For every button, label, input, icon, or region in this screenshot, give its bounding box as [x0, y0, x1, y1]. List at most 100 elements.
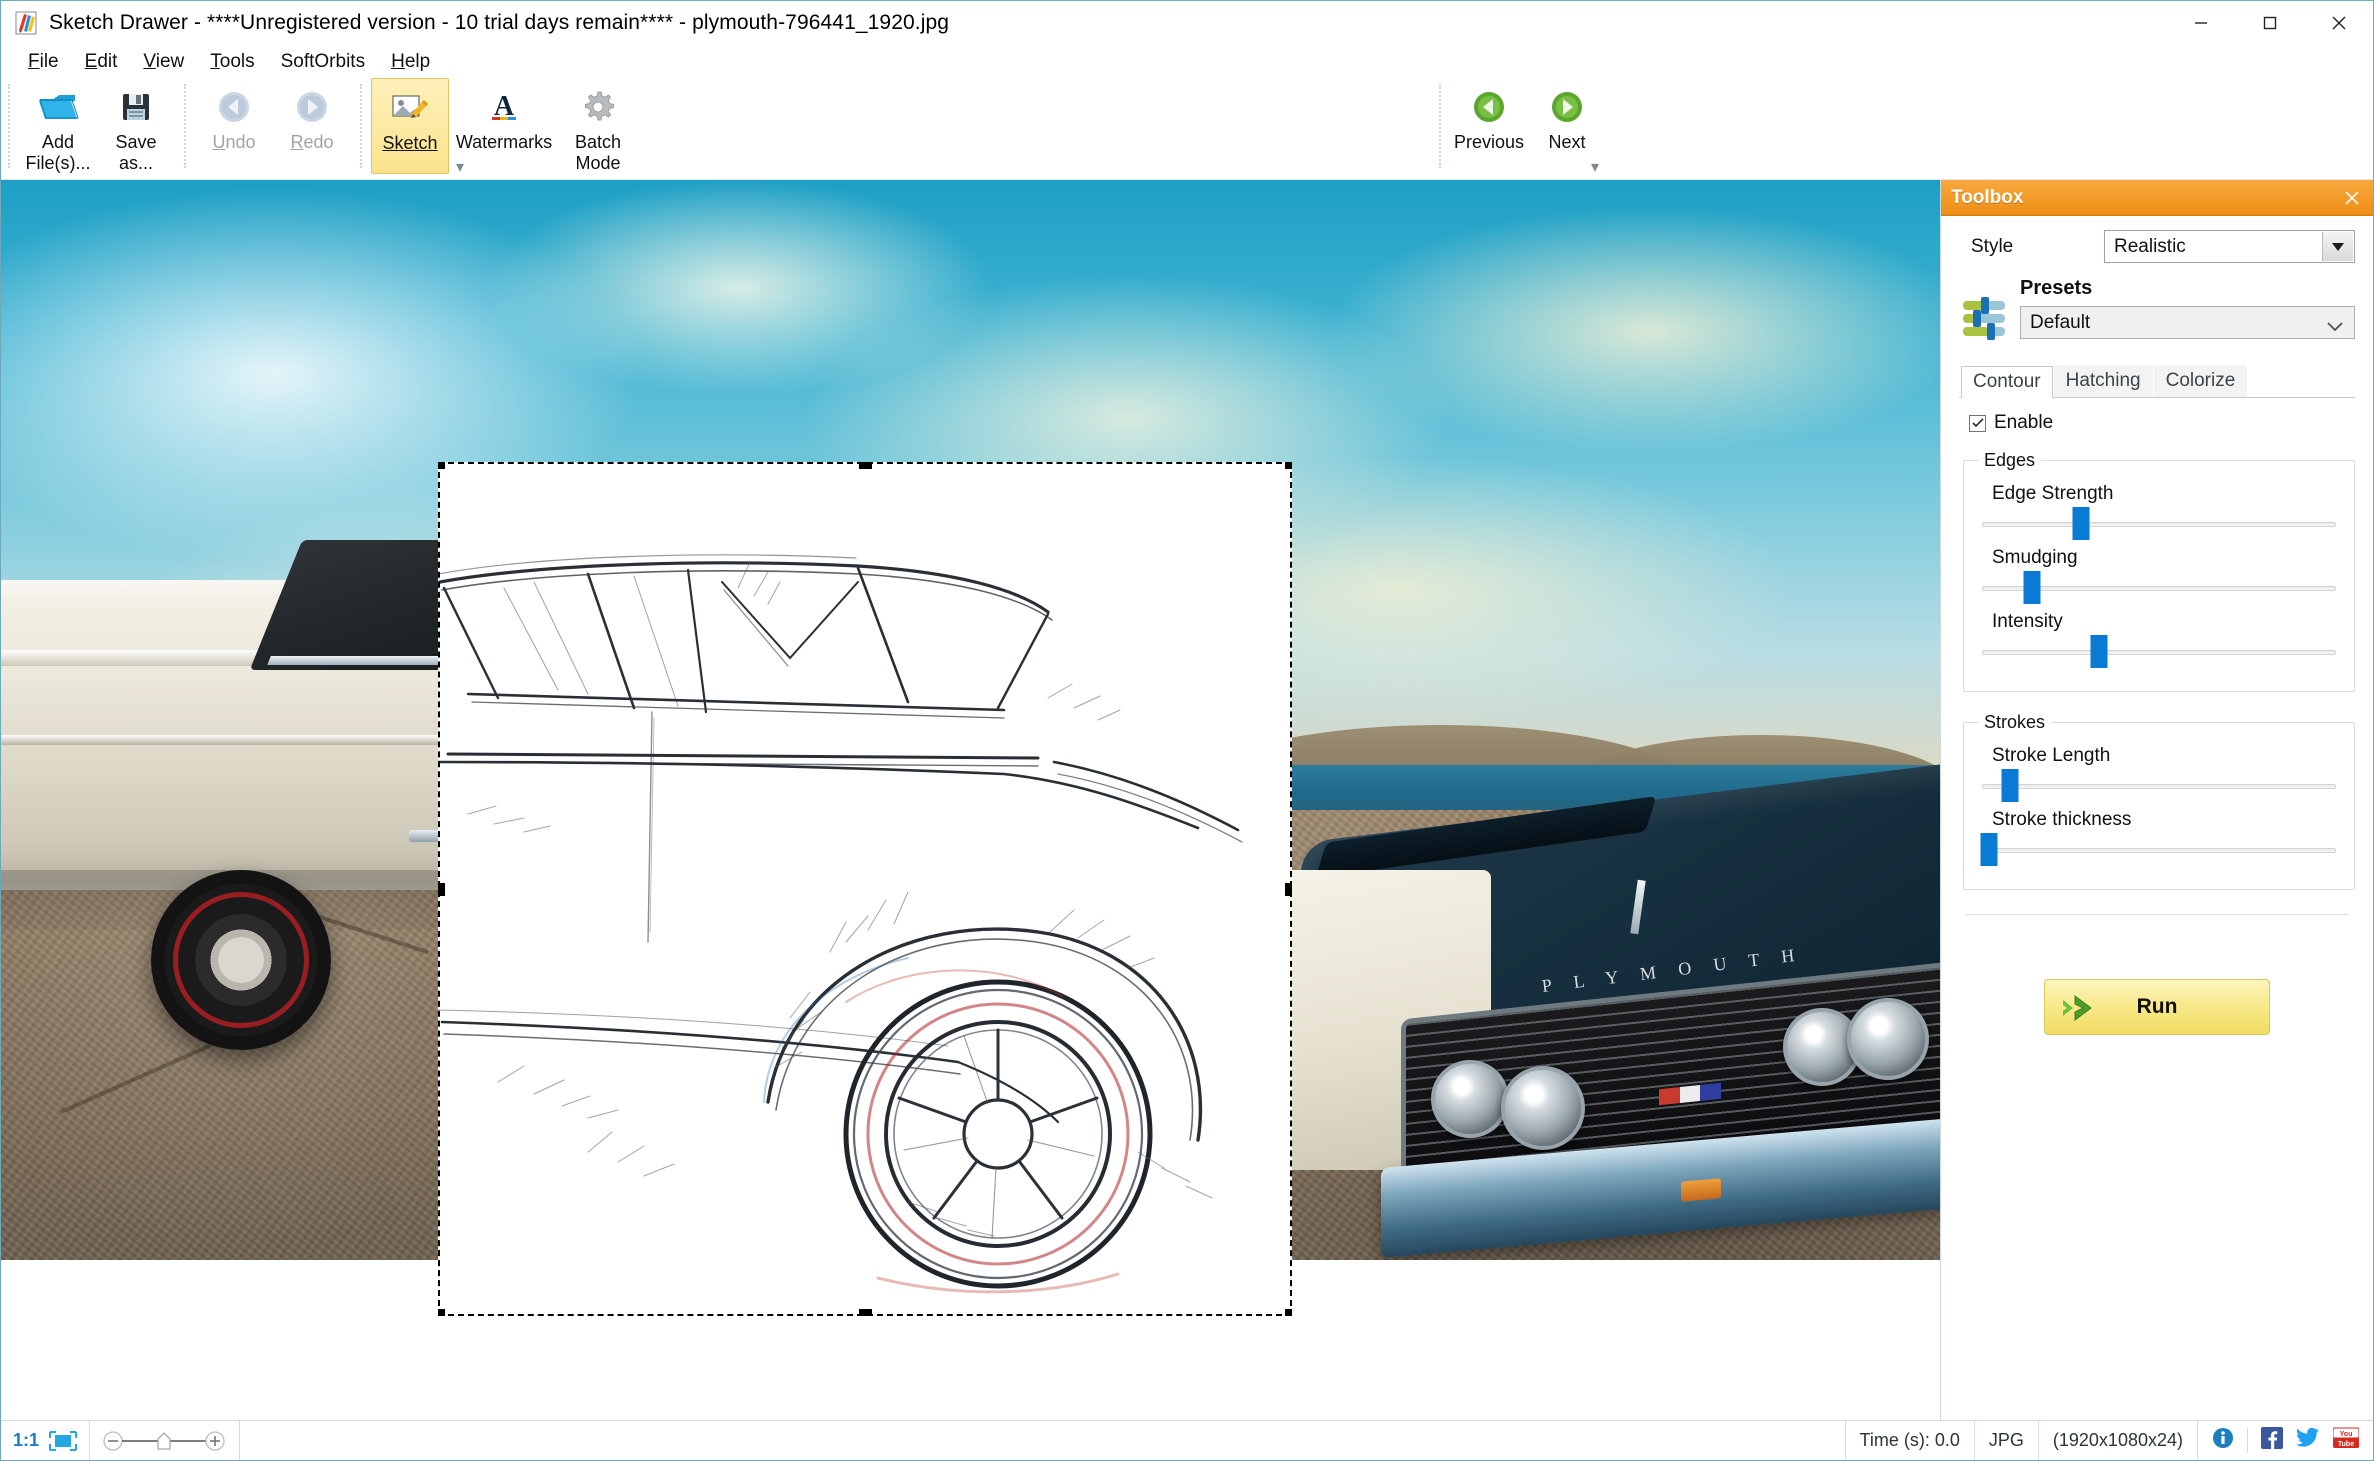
previous-arrow-icon [1470, 86, 1508, 128]
menu-softorbits[interactable]: SoftOrbits [268, 47, 378, 77]
rear-wheel [151, 870, 331, 1050]
selection-handle-e[interactable] [1285, 883, 1292, 896]
selection-handle-s[interactable] [859, 1309, 872, 1316]
slider-thumb[interactable] [2090, 635, 2108, 668]
image-canvas[interactable]: P L Y M O U T H Radial [1, 180, 1940, 1420]
save-as-label: Save as... [115, 132, 157, 173]
menu-file[interactable]: File [15, 47, 72, 77]
sketch-preview-selection[interactable] [438, 462, 1292, 1316]
chevron-down-icon-presets[interactable] [2327, 316, 2343, 338]
green-double-chevron-icon [2061, 994, 2105, 1027]
enable-label: Enable [1994, 412, 2054, 433]
next-arrow-icon [1548, 86, 1586, 128]
slider-track [1982, 522, 2336, 527]
toolbar: Add File(s)... Save as... Undo Redo Sket… [1, 78, 2373, 180]
selection-handle-ne[interactable] [1285, 462, 1292, 469]
batch-mode-label: Batch Mode [574, 132, 622, 173]
toolbox-tabs: Contour Hatching Colorize [1959, 365, 2355, 398]
undo-label: Undo [212, 132, 256, 152]
nav-overflow-glyph[interactable]: ▾ [1591, 157, 1599, 177]
intensity-block: Intensity [1978, 611, 2340, 668]
selection-handle-sw[interactable] [438, 1309, 445, 1316]
enable-checkbox[interactable] [1969, 414, 1986, 432]
previous-label: Previous [1453, 132, 1525, 152]
selection-handle-n[interactable] [859, 462, 872, 469]
stroke-length-block: Stroke Length [1978, 745, 2340, 802]
sketch-button[interactable]: Sketch [371, 78, 449, 174]
undo-button[interactable]: Undo [195, 78, 273, 174]
slider-thumb[interactable] [1980, 833, 1998, 866]
time-status: Time (s): 0.0 [1846, 1421, 1975, 1460]
close-button[interactable] [2304, 1, 2373, 45]
work-area: P L Y M O U T H Radial [1, 180, 2373, 1420]
text-letter-a-icon: A [487, 86, 521, 128]
stroke-length-slider[interactable] [1982, 769, 2336, 802]
window-title: Sketch Drawer - ****Unregistered version… [49, 11, 950, 34]
stroke-thickness-block: Stroke thickness [1978, 809, 2340, 866]
previous-button[interactable]: Previous [1450, 78, 1528, 174]
presets-select[interactable]: Default [2020, 306, 2355, 339]
toolbox-header: Toolbox [1941, 180, 2373, 216]
redo-button[interactable]: Redo [273, 78, 351, 174]
watermarks-button[interactable]: A Watermarks [449, 78, 559, 174]
presets-value: Default [2030, 311, 2091, 333]
menu-bar: File Edit View Tools SoftOrbits Help [1, 45, 2373, 78]
stroke-thickness-slider[interactable] [1980, 833, 2336, 866]
sketch-label: Sketch [382, 133, 438, 153]
edges-legend: Edges [1984, 450, 2036, 470]
minimize-button[interactable] [2166, 1, 2235, 45]
style-label: Style [1971, 235, 2014, 257]
selection-handle-w[interactable] [438, 883, 445, 896]
selection-handle-se[interactable] [1285, 1309, 1292, 1316]
tab-contour[interactable]: Contour [1961, 366, 2053, 398]
selection-handle-nw[interactable] [438, 462, 445, 469]
chevron-down-icon[interactable] [2322, 232, 2353, 261]
floppy-disk-icon [118, 86, 154, 128]
tab-colorize[interactable]: Colorize [2153, 365, 2248, 397]
stroke-length-label: Stroke Length [1992, 745, 2111, 766]
intensity-slider[interactable] [1982, 635, 2336, 668]
style-select[interactable]: Realistic [2104, 230, 2355, 263]
menu-edit[interactable]: Edit [72, 47, 131, 77]
status-bar: 1:1 Time (s): 0.0 JPG (1920x1080x24) You… [1, 1420, 2373, 1460]
zoom-slider[interactable] [90, 1421, 241, 1460]
slider-thumb[interactable] [2072, 507, 2090, 540]
window-controls [2166, 1, 2373, 45]
info-icon[interactable] [2212, 1427, 2234, 1454]
edge-strength-block: Edge Strength [1978, 483, 2340, 540]
zoom-ratio-button[interactable]: 1:1 [13, 1430, 39, 1451]
svg-text:You: You [2340, 1431, 2353, 1438]
toolbar-overflow-glyph[interactable]: ▾ [456, 157, 464, 177]
facebook-icon[interactable] [2261, 1427, 2283, 1454]
toolbox-close-icon[interactable] [2341, 187, 2363, 209]
sliders-preset-icon [1959, 293, 2011, 345]
status-icons: You Tube [2198, 1421, 2373, 1460]
add-files-button[interactable]: Add File(s)... [19, 78, 97, 174]
fit-to-window-icon[interactable] [49, 1430, 78, 1451]
gear-icon [580, 86, 616, 128]
slider-track [1982, 650, 2336, 655]
enable-row[interactable]: Enable [1969, 412, 2355, 434]
menu-tools[interactable]: Tools [197, 47, 267, 77]
run-button[interactable]: Run [2044, 979, 2270, 1035]
batch-mode-button[interactable]: Batch Mode [559, 78, 637, 174]
save-as-button[interactable]: Save as... [97, 78, 175, 174]
smudging-label: Smudging [1992, 547, 2078, 568]
youtube-icon[interactable]: You Tube [2332, 1427, 2360, 1454]
twitter-icon[interactable] [2296, 1427, 2320, 1454]
style-value: Realistic [2114, 235, 2186, 257]
dimensions-status: (1920x1080x24) [2039, 1421, 2198, 1460]
maximize-button[interactable] [2235, 1, 2304, 45]
toolbar-separator [8, 84, 10, 168]
open-folder-icon [37, 86, 79, 128]
smudging-slider[interactable] [1982, 571, 2336, 604]
slider-thumb[interactable] [2001, 769, 2019, 802]
tab-hatching[interactable]: Hatching [2053, 365, 2153, 397]
zoom-controls-group: 1:1 [1, 1421, 91, 1460]
menu-help[interactable]: Help [378, 47, 443, 77]
slider-track [1982, 784, 2336, 789]
menu-view[interactable]: View [130, 47, 197, 77]
edge-strength-label: Edge Strength [1992, 483, 2114, 504]
edge-strength-slider[interactable] [1982, 507, 2336, 540]
slider-thumb[interactable] [2023, 571, 2041, 604]
